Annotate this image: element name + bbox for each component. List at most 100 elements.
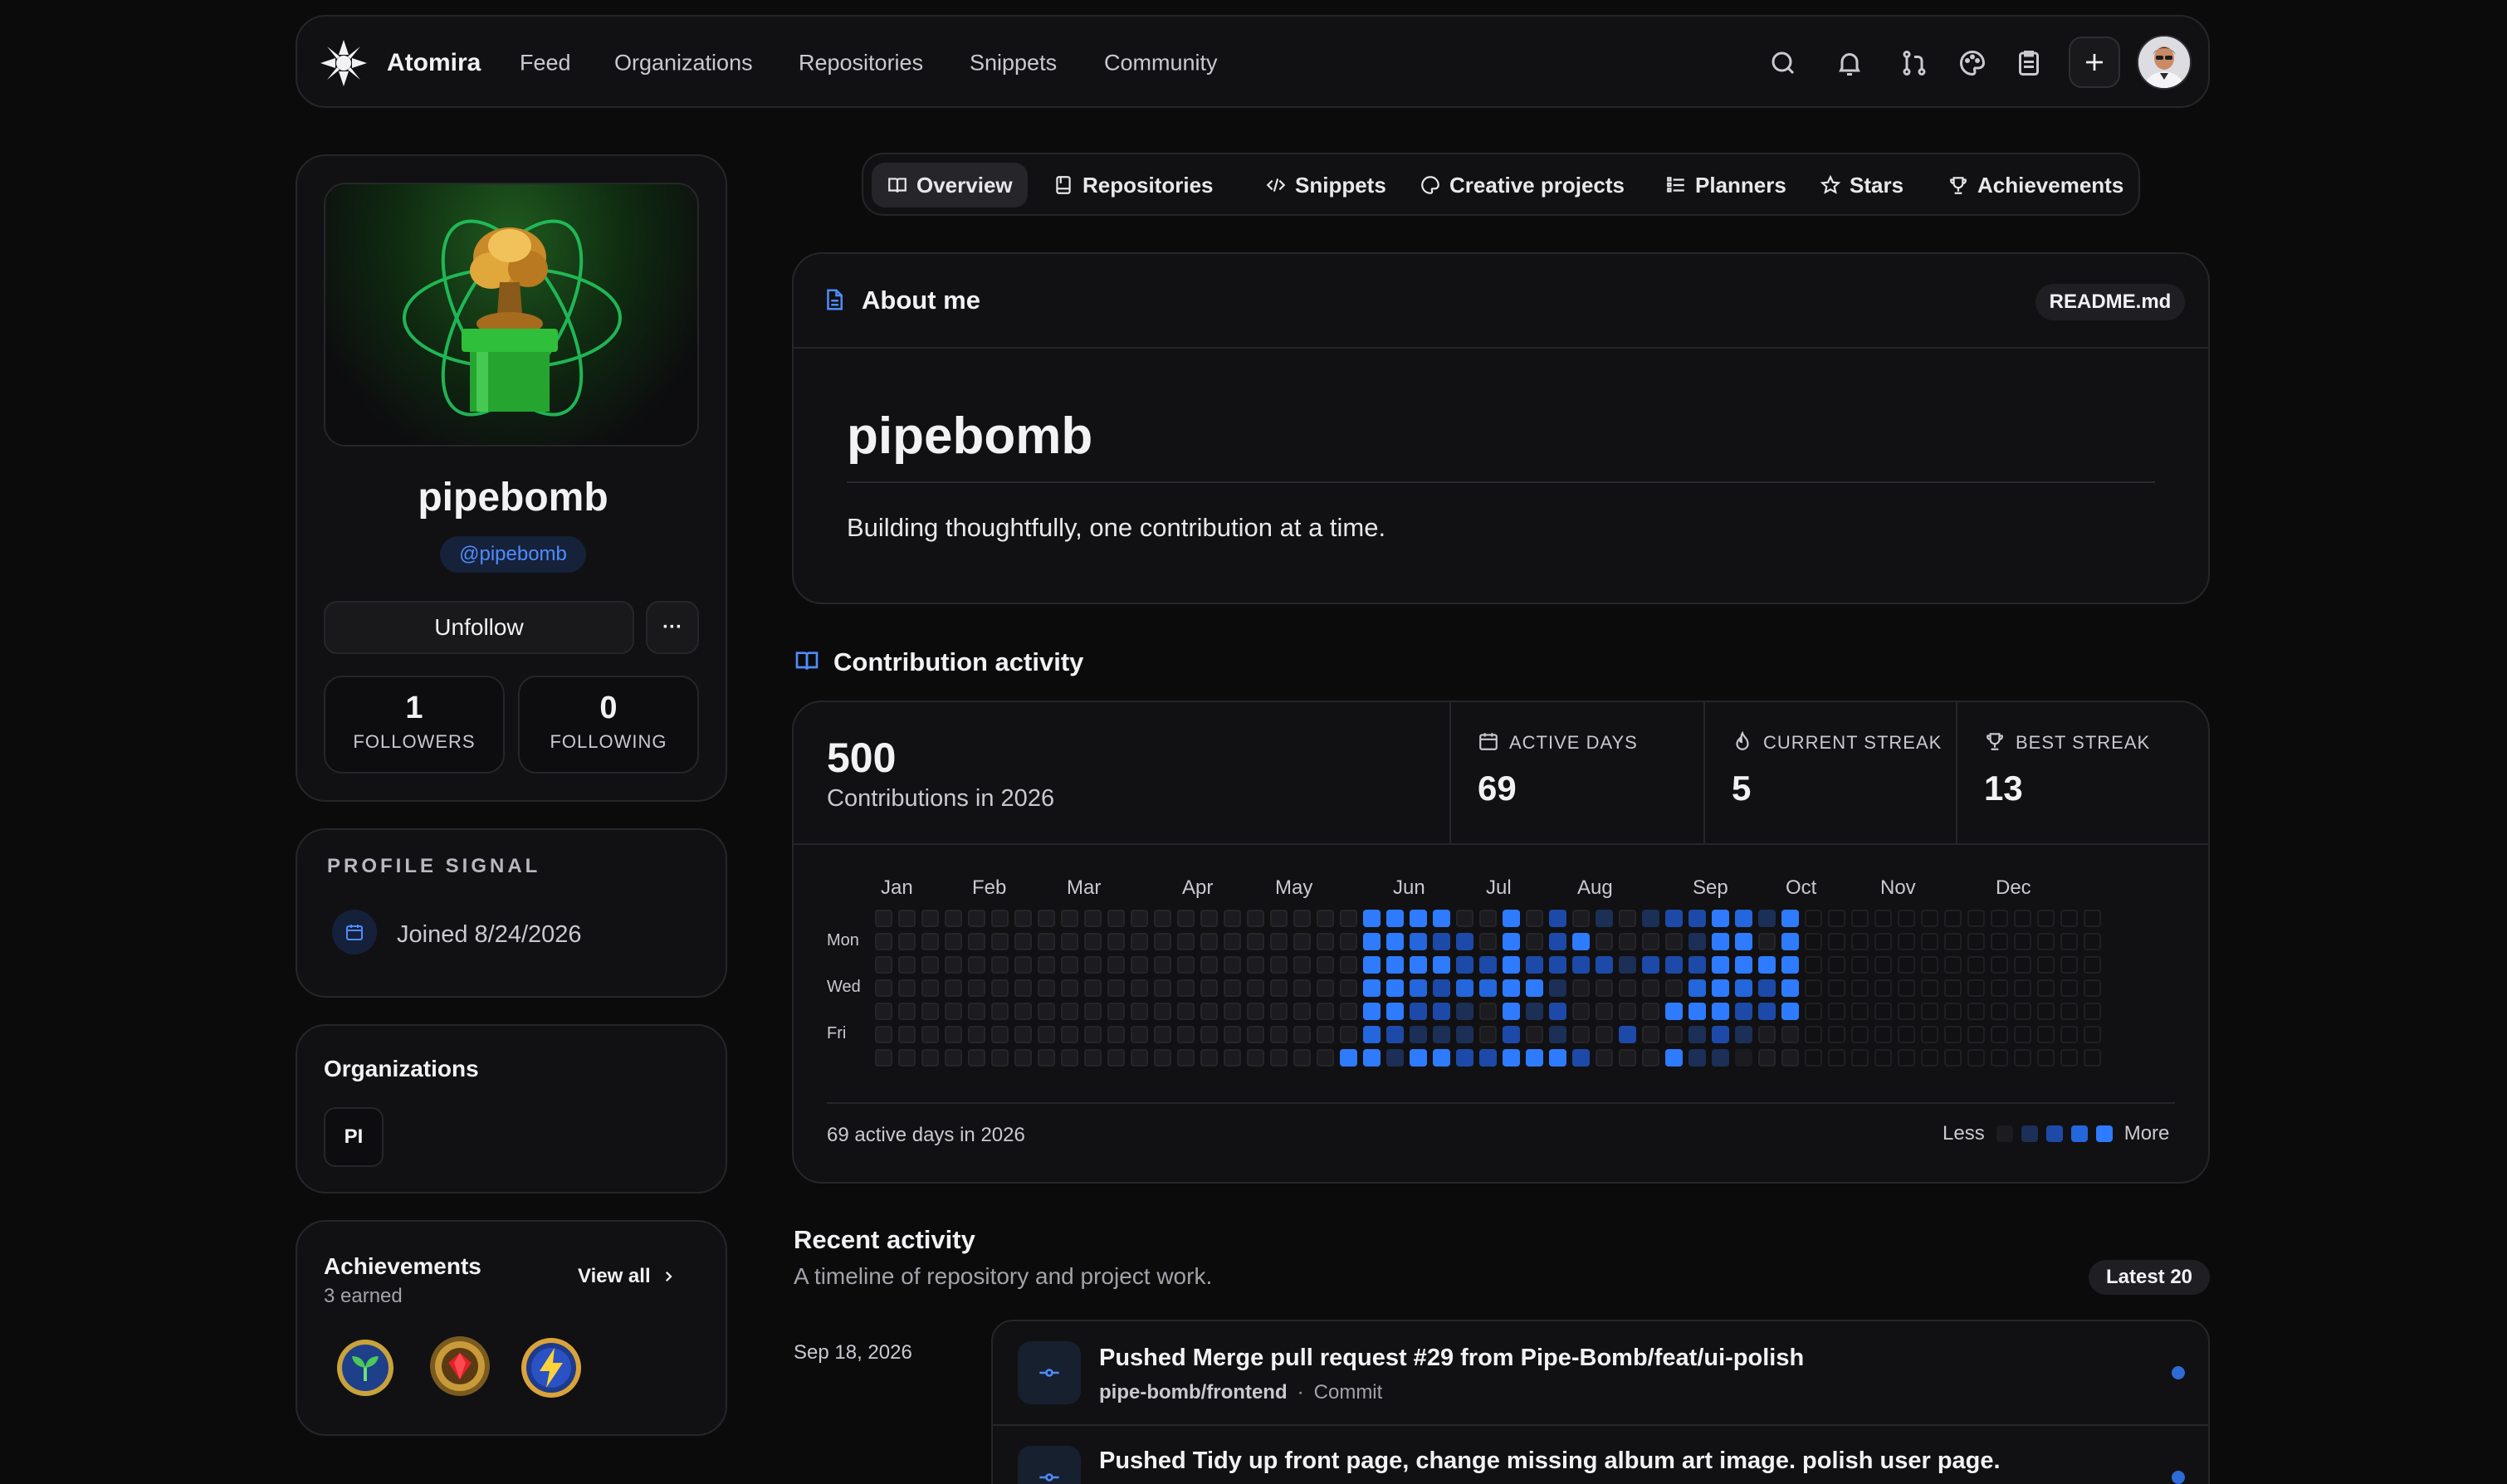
heatmap-day-cell[interactable] bbox=[1596, 1003, 1613, 1020]
heatmap-day-cell[interactable] bbox=[1014, 1049, 1032, 1067]
heatmap-day-cell[interactable] bbox=[1874, 933, 1892, 950]
heatmap-day-cell[interactable] bbox=[1340, 1003, 1357, 1020]
view-all-link[interactable]: View all bbox=[578, 1265, 676, 1288]
heatmap-day-cell[interactable] bbox=[875, 979, 892, 997]
heatmap-day-cell[interactable] bbox=[1619, 910, 1636, 927]
heatmap-day-cell[interactable] bbox=[1061, 933, 1078, 950]
heatmap-day-cell[interactable] bbox=[2037, 933, 2055, 950]
heatmap-day-cell[interactable] bbox=[1154, 956, 1171, 974]
pull-request-icon[interactable] bbox=[1899, 48, 1929, 78]
heatmap-day-cell[interactable] bbox=[875, 933, 892, 950]
heatmap-day-cell[interactable] bbox=[1433, 910, 1450, 927]
heatmap-day-cell[interactable] bbox=[1200, 979, 1218, 997]
heatmap-day-cell[interactable] bbox=[1642, 956, 1659, 974]
heatmap-day-cell[interactable] bbox=[1665, 956, 1683, 974]
heatmap-day-cell[interactable] bbox=[1549, 933, 1566, 950]
heatmap-day-cell[interactable] bbox=[1665, 979, 1683, 997]
heatmap-day-cell[interactable] bbox=[1154, 979, 1171, 997]
heatmap-day-cell[interactable] bbox=[1224, 1026, 1241, 1043]
heatmap-day-cell[interactable] bbox=[1270, 910, 1288, 927]
heatmap-day-cell[interactable] bbox=[1177, 956, 1195, 974]
heatmap-day-cell[interactable] bbox=[1479, 933, 1497, 950]
heatmap-day-cell[interactable] bbox=[921, 1026, 939, 1043]
heatmap-day-cell[interactable] bbox=[1851, 910, 1869, 927]
heatmap-day-cell[interactable] bbox=[898, 979, 916, 997]
heatmap-day-cell[interactable] bbox=[1247, 933, 1264, 950]
heatmap-day-cell[interactable] bbox=[1596, 1026, 1613, 1043]
heatmap-day-cell[interactable] bbox=[1572, 1026, 1590, 1043]
heatmap-day-cell[interactable] bbox=[1874, 1049, 1892, 1067]
heatmap-day-cell[interactable] bbox=[2084, 979, 2101, 997]
heatmap-day-cell[interactable] bbox=[1456, 1003, 1473, 1020]
heatmap-day-cell[interactable] bbox=[1665, 1003, 1683, 1020]
heatmap-day-cell[interactable] bbox=[945, 1003, 962, 1020]
heatmap-day-cell[interactable] bbox=[1921, 1003, 1938, 1020]
heatmap-day-cell[interactable] bbox=[1712, 933, 1729, 950]
heatmap-day-cell[interactable] bbox=[1596, 979, 1613, 997]
tab-stars[interactable]: Stars bbox=[1805, 163, 1918, 207]
heatmap-day-cell[interactable] bbox=[1433, 979, 1450, 997]
heatmap-day-cell[interactable] bbox=[898, 1003, 916, 1020]
heatmap-day-cell[interactable] bbox=[1805, 956, 1822, 974]
activity-repo[interactable]: pipe-bomb/frontend bbox=[1099, 1381, 1288, 1404]
heatmap-day-cell[interactable] bbox=[1224, 933, 1241, 950]
more-options-button[interactable]: ··· bbox=[646, 601, 699, 654]
heatmap-day-cell[interactable] bbox=[1665, 910, 1683, 927]
heatmap-day-cell[interactable] bbox=[1340, 1026, 1357, 1043]
heatmap-day-cell[interactable] bbox=[898, 1049, 916, 1067]
heatmap-day-cell[interactable] bbox=[1131, 979, 1148, 997]
heatmap-day-cell[interactable] bbox=[1038, 956, 1055, 974]
heatmap-day-cell[interactable] bbox=[2060, 956, 2078, 974]
heatmap-day-cell[interactable] bbox=[1038, 979, 1055, 997]
heatmap-day-cell[interactable] bbox=[1479, 910, 1497, 927]
bell-icon[interactable] bbox=[1835, 48, 1864, 78]
heatmap-day-cell[interactable] bbox=[1758, 956, 1776, 974]
heatmap-day-cell[interactable] bbox=[1688, 956, 1706, 974]
heatmap-day-cell[interactable] bbox=[1712, 979, 1729, 997]
heatmap-day-cell[interactable] bbox=[1247, 1049, 1264, 1067]
heatmap-day-cell[interactable] bbox=[2014, 956, 2031, 974]
heatmap-day-cell[interactable] bbox=[2014, 1026, 2031, 1043]
heatmap-day-cell[interactable] bbox=[898, 956, 916, 974]
heatmap-day-cell[interactable] bbox=[1363, 933, 1381, 950]
heatmap-day-cell[interactable] bbox=[1549, 1003, 1566, 1020]
tab-snippets[interactable]: Snippets bbox=[1250, 163, 1401, 207]
heatmap-day-cell[interactable] bbox=[1712, 956, 1729, 974]
heatmap-day-cell[interactable] bbox=[1456, 956, 1473, 974]
heatmap-day-cell[interactable] bbox=[1526, 956, 1543, 974]
heatmap-day-cell[interactable] bbox=[1851, 933, 1869, 950]
heatmap-day-cell[interactable] bbox=[1805, 1003, 1822, 1020]
heatmap-day-cell[interactable] bbox=[2084, 956, 2101, 974]
brand-name[interactable]: Atomira bbox=[387, 49, 481, 77]
atomira-logo-icon[interactable] bbox=[317, 37, 370, 90]
heatmap-day-cell[interactable] bbox=[1526, 933, 1543, 950]
heatmap-day-cell[interactable] bbox=[2060, 1003, 2078, 1020]
heatmap-day-cell[interactable] bbox=[1596, 933, 1613, 950]
heatmap-day-cell[interactable] bbox=[1084, 933, 1102, 950]
heatmap-day-cell[interactable] bbox=[1410, 979, 1427, 997]
heatmap-day-cell[interactable] bbox=[1014, 910, 1032, 927]
achievement-badge-lightning-icon[interactable] bbox=[518, 1335, 584, 1401]
heatmap-day-cell[interactable] bbox=[2037, 910, 2055, 927]
heatmap-day-cell[interactable] bbox=[1944, 979, 1962, 997]
heatmap-day-cell[interactable] bbox=[1014, 956, 1032, 974]
heatmap-day-cell[interactable] bbox=[1991, 933, 2008, 950]
heatmap-day-cell[interactable] bbox=[921, 910, 939, 927]
activity-title[interactable]: Pushed Tidy up front page, change missin… bbox=[1099, 1447, 2001, 1475]
heatmap-day-cell[interactable] bbox=[1898, 1003, 1915, 1020]
heatmap-day-cell[interactable] bbox=[968, 910, 985, 927]
tab-repositories[interactable]: Repositories bbox=[1038, 163, 1229, 207]
heatmap-day-cell[interactable] bbox=[1991, 1003, 2008, 1020]
heatmap-day-cell[interactable] bbox=[1293, 910, 1311, 927]
tab-achievements[interactable]: Achievements bbox=[1933, 163, 2138, 207]
heatmap-day-cell[interactable] bbox=[1758, 933, 1776, 950]
heatmap-day-cell[interactable] bbox=[1572, 979, 1590, 997]
heatmap-day-cell[interactable] bbox=[1061, 1049, 1078, 1067]
heatmap-day-cell[interactable] bbox=[1247, 910, 1264, 927]
readme-file-badge[interactable]: README.md bbox=[2035, 284, 2185, 320]
heatmap-day-cell[interactable] bbox=[898, 910, 916, 927]
heatmap-day-cell[interactable] bbox=[1572, 1049, 1590, 1067]
heatmap-day-cell[interactable] bbox=[1386, 979, 1404, 997]
heatmap-day-cell[interactable] bbox=[945, 979, 962, 997]
heatmap-day-cell[interactable] bbox=[968, 933, 985, 950]
